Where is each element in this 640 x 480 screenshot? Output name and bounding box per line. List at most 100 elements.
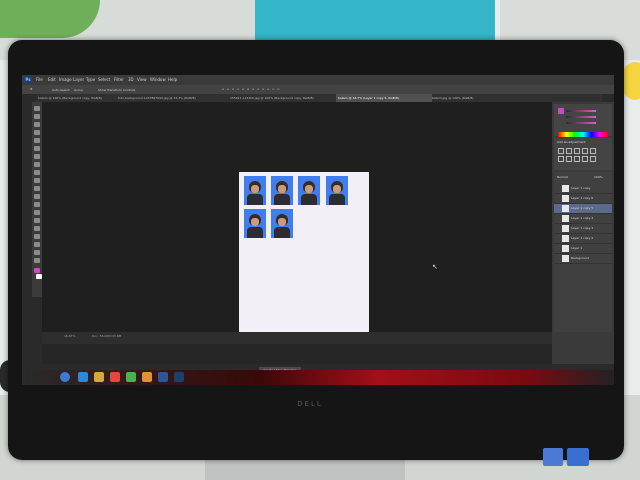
- photoshop-logo-icon: Ps: [24, 76, 32, 83]
- blend-mode-dropdown[interactable]: Normal: [557, 175, 568, 179]
- passport-photo: [244, 176, 266, 205]
- clone-stamp-tool-icon[interactable]: [34, 170, 40, 175]
- red-slider[interactable]: [566, 110, 596, 112]
- gradient-tool-icon[interactable]: [34, 194, 40, 199]
- monitor-screen: Ps File Edit Image Layer Type Select Fil…: [22, 75, 614, 385]
- black-white-icon[interactable]: [574, 156, 580, 162]
- windows-taskbar: [22, 370, 614, 385]
- file-explorer-icon[interactable]: [94, 372, 104, 382]
- color-spectrum[interactable]: [558, 132, 608, 137]
- mouse-cursor-icon: ↖: [432, 263, 438, 271]
- move-tool-icon[interactable]: ✥: [30, 87, 33, 91]
- document-tab-bar: batam @ 100% (Background copy, RGB/8) fo…: [36, 94, 602, 102]
- move-tool-icon[interactable]: [34, 106, 40, 111]
- windows-sticker: [567, 448, 589, 466]
- canvas-workspace[interactable]: ↖: [42, 102, 552, 346]
- hand-tool-icon[interactable]: [34, 250, 40, 255]
- document-tab[interactable]: batam.jpg @ 100% (RGB/8): [430, 94, 504, 102]
- layer-row[interactable]: Layer 1 copy 2: [554, 234, 612, 244]
- auto-select-group-dropdown[interactable]: Group: [74, 88, 83, 92]
- layer-row[interactable]: Layer 1 copy 3: [554, 224, 612, 234]
- exposure-icon[interactable]: [582, 148, 588, 154]
- layer-thumbnail: [562, 235, 569, 242]
- word-icon[interactable]: [158, 372, 168, 382]
- dodge-tool-icon[interactable]: [34, 210, 40, 215]
- color-panel: [554, 104, 612, 137]
- menu-filter[interactable]: Filter: [114, 77, 124, 82]
- layer-thumbnail: [562, 255, 569, 262]
- layer-thumbnail: [562, 205, 569, 212]
- zoom-tool-icon[interactable]: [34, 258, 40, 263]
- menu-layer[interactable]: Layer: [73, 77, 84, 82]
- menu-image[interactable]: Image: [59, 77, 72, 82]
- tools-panel: [32, 102, 42, 297]
- type-tool-icon[interactable]: [34, 226, 40, 231]
- document-tab[interactable]: 155017-1133hh.jpg @ 100% (Background cop…: [228, 94, 338, 102]
- pen-tool-icon[interactable]: [34, 218, 40, 223]
- document-canvas[interactable]: [239, 172, 369, 346]
- layer-thumbnail: [562, 185, 569, 192]
- eraser-tool-icon[interactable]: [34, 186, 40, 191]
- layer-thumbnail: [562, 245, 569, 252]
- foreground-swatch[interactable]: [558, 108, 564, 114]
- layer-row[interactable]: Background: [554, 254, 612, 264]
- auto-select-label[interactable]: Auto-Select:: [52, 88, 70, 92]
- align-icons[interactable]: ▫▫▫▫▫▫▫▫▫▫▫▫: [222, 87, 282, 91]
- options-bar: ✥ Auto-Select: Group Show Transform Cont…: [22, 85, 614, 94]
- layer-row[interactable]: Layer 1: [554, 244, 612, 254]
- menu-type[interactable]: Type: [86, 77, 95, 82]
- path-select-tool-icon[interactable]: [34, 234, 40, 239]
- photo-filter-icon[interactable]: [582, 156, 588, 162]
- monitor-brand-logo: DELL: [297, 400, 323, 408]
- blue-slider[interactable]: [566, 122, 596, 124]
- document-tab[interactable]: foto-background-123789709d.jpg @ 33.3% (…: [116, 94, 230, 102]
- vibrance-icon[interactable]: [590, 148, 596, 154]
- crop-tool-icon[interactable]: [34, 138, 40, 143]
- menu-view[interactable]: View: [137, 77, 147, 82]
- brightness-icon[interactable]: [558, 148, 564, 154]
- green-slider[interactable]: [566, 116, 596, 118]
- layer-thumbnail: [562, 215, 569, 222]
- menu-file[interactable]: File: [36, 77, 43, 82]
- marquee-tool-icon[interactable]: [34, 114, 40, 119]
- start-button-icon[interactable]: [60, 372, 70, 382]
- document-tab-active[interactable]: batam @ 16.7% (Layer 1 copy 5, RGB/8): [336, 94, 432, 102]
- menu-help[interactable]: Help: [168, 77, 177, 82]
- media-player-icon[interactable]: [110, 372, 120, 382]
- eyedropper-tool-icon[interactable]: [34, 146, 40, 151]
- passport-photo: [244, 209, 266, 238]
- hue-saturation-icon[interactable]: [558, 156, 564, 162]
- internet-explorer-icon[interactable]: [78, 372, 88, 382]
- layers-panel: Normal 100% Layer 1 copy Layer 1 copy 6 …: [554, 172, 612, 332]
- foreground-color-swatch[interactable]: [34, 268, 40, 273]
- quick-select-tool-icon[interactable]: [34, 130, 40, 135]
- menu-edit[interactable]: Edit: [48, 77, 56, 82]
- shape-tool-icon[interactable]: [34, 242, 40, 247]
- menu-window[interactable]: Window: [150, 77, 166, 82]
- firefox-icon[interactable]: [142, 372, 152, 382]
- layer-row-selected[interactable]: Layer 1 copy 5: [554, 204, 612, 214]
- brush-tool-icon[interactable]: [34, 162, 40, 167]
- zoom-level[interactable]: 16.67%: [64, 334, 75, 338]
- layer-thumbnail: [562, 195, 569, 202]
- layer-row[interactable]: Layer 1 copy: [554, 184, 612, 194]
- curves-icon[interactable]: [574, 148, 580, 154]
- healing-brush-tool-icon[interactable]: [34, 154, 40, 159]
- passport-photo: [326, 176, 348, 205]
- channel-mixer-icon[interactable]: [590, 156, 596, 162]
- menu-select[interactable]: Select: [98, 77, 110, 82]
- menu-3d[interactable]: 3D: [128, 77, 134, 82]
- layer-row[interactable]: Layer 1 copy 6: [554, 194, 612, 204]
- show-transform-controls-checkbox[interactable]: Show Transform Controls: [98, 88, 135, 92]
- history-brush-tool-icon[interactable]: [34, 178, 40, 183]
- document-size: Doc: 56.0M/133.6M: [92, 334, 122, 338]
- color-balance-icon[interactable]: [566, 156, 572, 162]
- document-tab[interactable]: batam @ 100% (Background copy, RGB/8): [36, 94, 118, 102]
- blur-tool-icon[interactable]: [34, 202, 40, 207]
- levels-icon[interactable]: [566, 148, 572, 154]
- photoshop-taskbar-icon[interactable]: [174, 372, 184, 382]
- opacity-field[interactable]: 100%: [594, 175, 603, 179]
- chrome-icon[interactable]: [126, 372, 136, 382]
- lasso-tool-icon[interactable]: [34, 122, 40, 127]
- layer-row[interactable]: Layer 1 copy 4: [554, 214, 612, 224]
